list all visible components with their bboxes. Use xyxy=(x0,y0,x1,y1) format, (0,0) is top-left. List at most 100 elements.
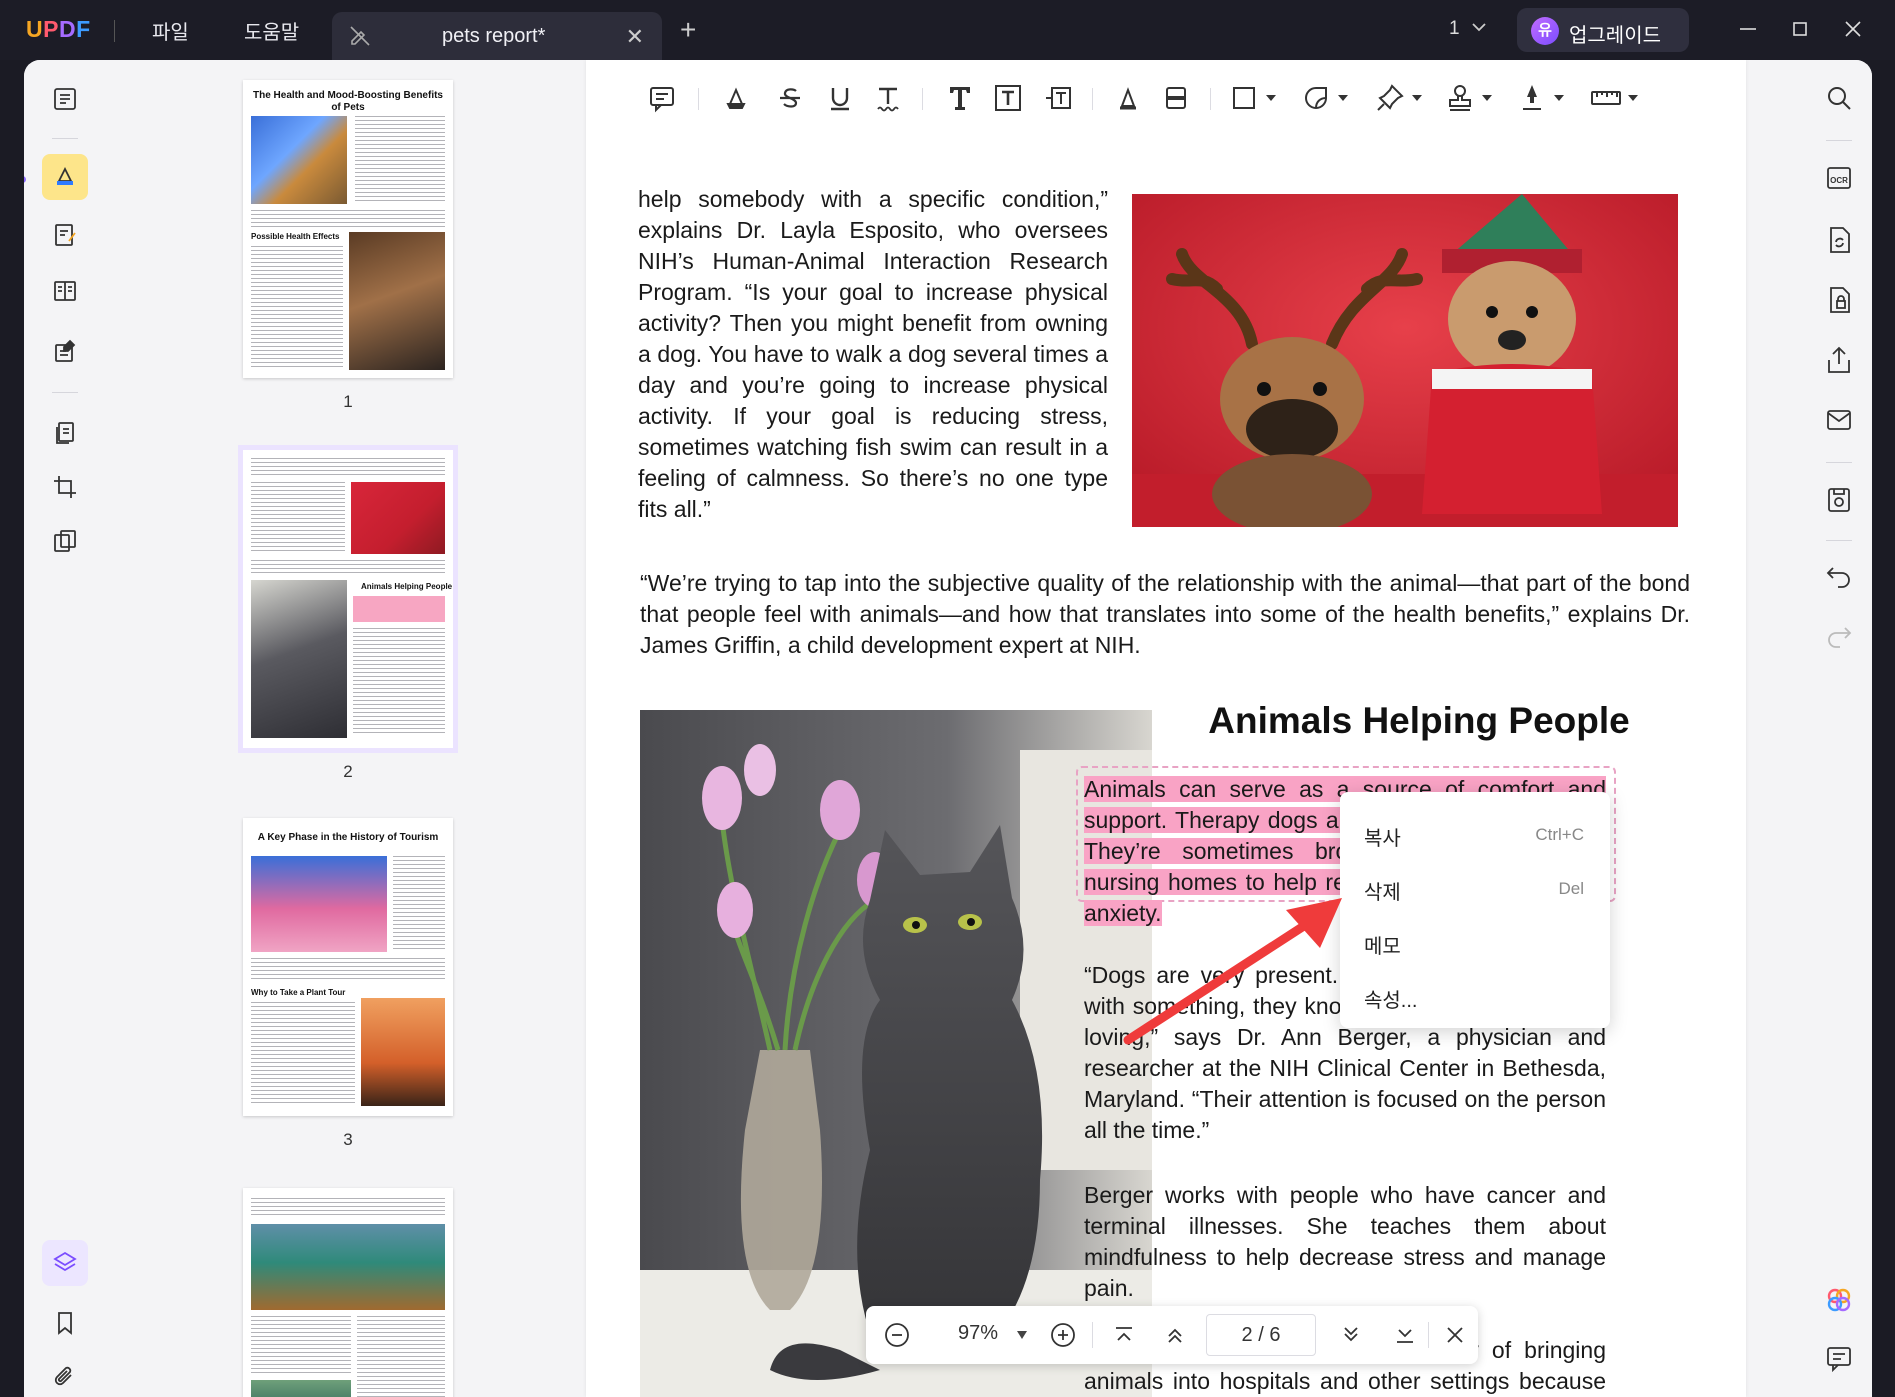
context-note[interactable]: 메모 xyxy=(1340,914,1610,968)
document-tab[interactable]: pets report* ✕ xyxy=(332,12,662,60)
zoombar-separator xyxy=(1428,1322,1429,1348)
page-thumbnail-3[interactable]: A Key Phase in the History of Tourism Wh… xyxy=(243,818,453,1116)
close-zoombar-icon[interactable] xyxy=(1440,1320,1470,1350)
chevron-down-icon[interactable] xyxy=(1412,94,1422,102)
thumb-title: A Key Phase in the History of Tourism xyxy=(257,832,439,843)
email-icon[interactable] xyxy=(1823,404,1855,436)
zoom-level[interactable]: 97% xyxy=(938,1322,1018,1345)
undo-icon[interactable] xyxy=(1823,558,1855,590)
quote-griffin[interactable]: “We’re trying to tap into the subjective… xyxy=(640,568,1690,662)
rail-separator xyxy=(52,138,78,139)
shape-icon[interactable] xyxy=(1226,80,1262,116)
tab-count[interactable]: 1 xyxy=(1449,18,1460,40)
paragraph-berger-work[interactable]: Berger works with people who have cancer… xyxy=(1084,1180,1606,1304)
pdf-page-2[interactable]: help somebody with a specific condition,… xyxy=(586,60,1746,1397)
page-thumbnail-1[interactable]: The Health and Mood-Boosting Benefits of… xyxy=(243,80,453,378)
pin-icon[interactable] xyxy=(1372,80,1408,116)
ocr-icon[interactable]: OCR xyxy=(1823,162,1855,194)
highlight-icon[interactable] xyxy=(718,80,754,116)
rail-separator xyxy=(52,392,78,393)
comment-icon[interactable] xyxy=(644,80,680,116)
dogs-costume-photo xyxy=(1132,194,1678,527)
add-tab-icon[interactable]: + xyxy=(680,16,696,44)
comments-panel-icon[interactable] xyxy=(1823,1342,1855,1374)
zoom-out-icon[interactable] xyxy=(882,1320,912,1350)
title-separator xyxy=(114,20,115,42)
tab-title: pets report* xyxy=(442,25,546,47)
edit-pdf-icon[interactable] xyxy=(42,212,88,258)
thumb-cat-photo xyxy=(251,580,347,738)
signature-icon[interactable] xyxy=(1514,80,1550,116)
layers-icon[interactable] xyxy=(42,1240,88,1286)
page-indicator[interactable]: 2 / 6 xyxy=(1206,1314,1316,1356)
close-window-icon[interactable] xyxy=(1838,14,1868,44)
next-page-icon[interactable] xyxy=(1336,1320,1366,1350)
context-copy[interactable]: 복사 Ctrl+C xyxy=(1340,806,1610,860)
underline-icon[interactable] xyxy=(822,80,858,116)
thumb-heading: Why to Take a Plant Tour xyxy=(251,988,346,997)
context-menu: 복사 Ctrl+C 삭제 Del 메모 속성... xyxy=(1340,792,1610,1028)
pencil-icon[interactable] xyxy=(1110,80,1146,116)
thumb-text-block xyxy=(393,856,445,952)
zoom-dropdown-icon[interactable] xyxy=(1016,1330,1028,1340)
text-callout-icon[interactable] xyxy=(1040,80,1076,116)
chevron-down-icon[interactable] xyxy=(1338,94,1348,102)
menu-help[interactable]: 도움말 xyxy=(244,16,299,45)
attachment-icon[interactable] xyxy=(42,1354,88,1397)
paragraph-esposito[interactable]: help somebody with a specific condition,… xyxy=(638,184,1108,524)
chevron-down-icon[interactable] xyxy=(1482,94,1492,102)
page-thumbnail-2[interactable]: Animals Helping People xyxy=(238,445,458,753)
measure-icon[interactable] xyxy=(1588,80,1624,116)
reader-icon[interactable] xyxy=(42,76,88,122)
context-delete-label: 삭제 xyxy=(1364,882,1401,904)
minimize-icon[interactable] xyxy=(1733,14,1763,44)
context-delete-shortcut: Del xyxy=(1558,879,1584,898)
first-page-icon[interactable] xyxy=(1109,1320,1139,1350)
organize-pages-icon[interactable] xyxy=(42,410,88,456)
thumb-street-photo xyxy=(251,856,387,952)
highlighter-icon[interactable] xyxy=(42,154,88,200)
convert-icon[interactable] xyxy=(1823,224,1855,256)
edit-off-icon xyxy=(350,26,370,46)
search-icon[interactable] xyxy=(1823,82,1855,114)
chevron-down-icon[interactable] xyxy=(1554,94,1564,102)
prev-page-icon[interactable] xyxy=(1160,1320,1190,1350)
context-properties[interactable]: 속성... xyxy=(1340,968,1610,1022)
text-icon[interactable] xyxy=(942,80,978,116)
crop-icon[interactable] xyxy=(42,464,88,510)
thumb-text-block xyxy=(251,958,445,982)
protect-icon[interactable] xyxy=(1823,284,1855,316)
strikethrough-icon[interactable] xyxy=(772,80,808,116)
context-copy-label: 복사 xyxy=(1364,828,1401,850)
textbox-icon[interactable] xyxy=(990,80,1026,116)
ai-assistant-icon[interactable] xyxy=(1823,1284,1855,1316)
thumbnail-panel: The Health and Mood-Boosting Benefits of… xyxy=(108,60,556,1397)
thumb-text-block xyxy=(353,628,445,736)
context-delete[interactable]: 삭제 Del xyxy=(1340,860,1610,914)
page-layout-icon[interactable] xyxy=(42,268,88,314)
upgrade-button[interactable]: 유 업그레이드 xyxy=(1517,8,1689,52)
last-page-icon[interactable] xyxy=(1390,1320,1420,1350)
page-thumbnail-4[interactable] xyxy=(243,1188,453,1397)
chevron-down-icon[interactable] xyxy=(1266,94,1276,102)
squiggly-icon[interactable] xyxy=(870,80,906,116)
save-icon[interactable] xyxy=(1823,484,1855,516)
eraser-icon[interactable] xyxy=(1158,80,1194,116)
share-icon[interactable] xyxy=(1823,344,1855,376)
context-copy-shortcut: Ctrl+C xyxy=(1535,825,1584,844)
bookmark-icon[interactable] xyxy=(42,1300,88,1346)
fill-sign-icon[interactable] xyxy=(42,328,88,374)
chevron-down-icon[interactable] xyxy=(1470,18,1488,36)
document-viewport[interactable]: help somebody with a specific condition,… xyxy=(556,60,1806,1397)
compare-icon[interactable] xyxy=(42,518,88,564)
maximize-icon[interactable] xyxy=(1785,14,1815,44)
chevron-down-icon[interactable] xyxy=(1628,94,1638,102)
right-tool-rail: OCR xyxy=(1806,60,1872,1397)
menu-file[interactable]: 파일 xyxy=(152,16,189,45)
thumb-text-block xyxy=(251,1002,355,1106)
tab-close-icon[interactable]: ✕ xyxy=(626,24,644,50)
sticker-icon[interactable] xyxy=(1298,80,1334,116)
redo-icon[interactable] xyxy=(1823,618,1855,650)
zoom-in-icon[interactable] xyxy=(1048,1320,1078,1350)
stamp-icon[interactable] xyxy=(1442,80,1478,116)
